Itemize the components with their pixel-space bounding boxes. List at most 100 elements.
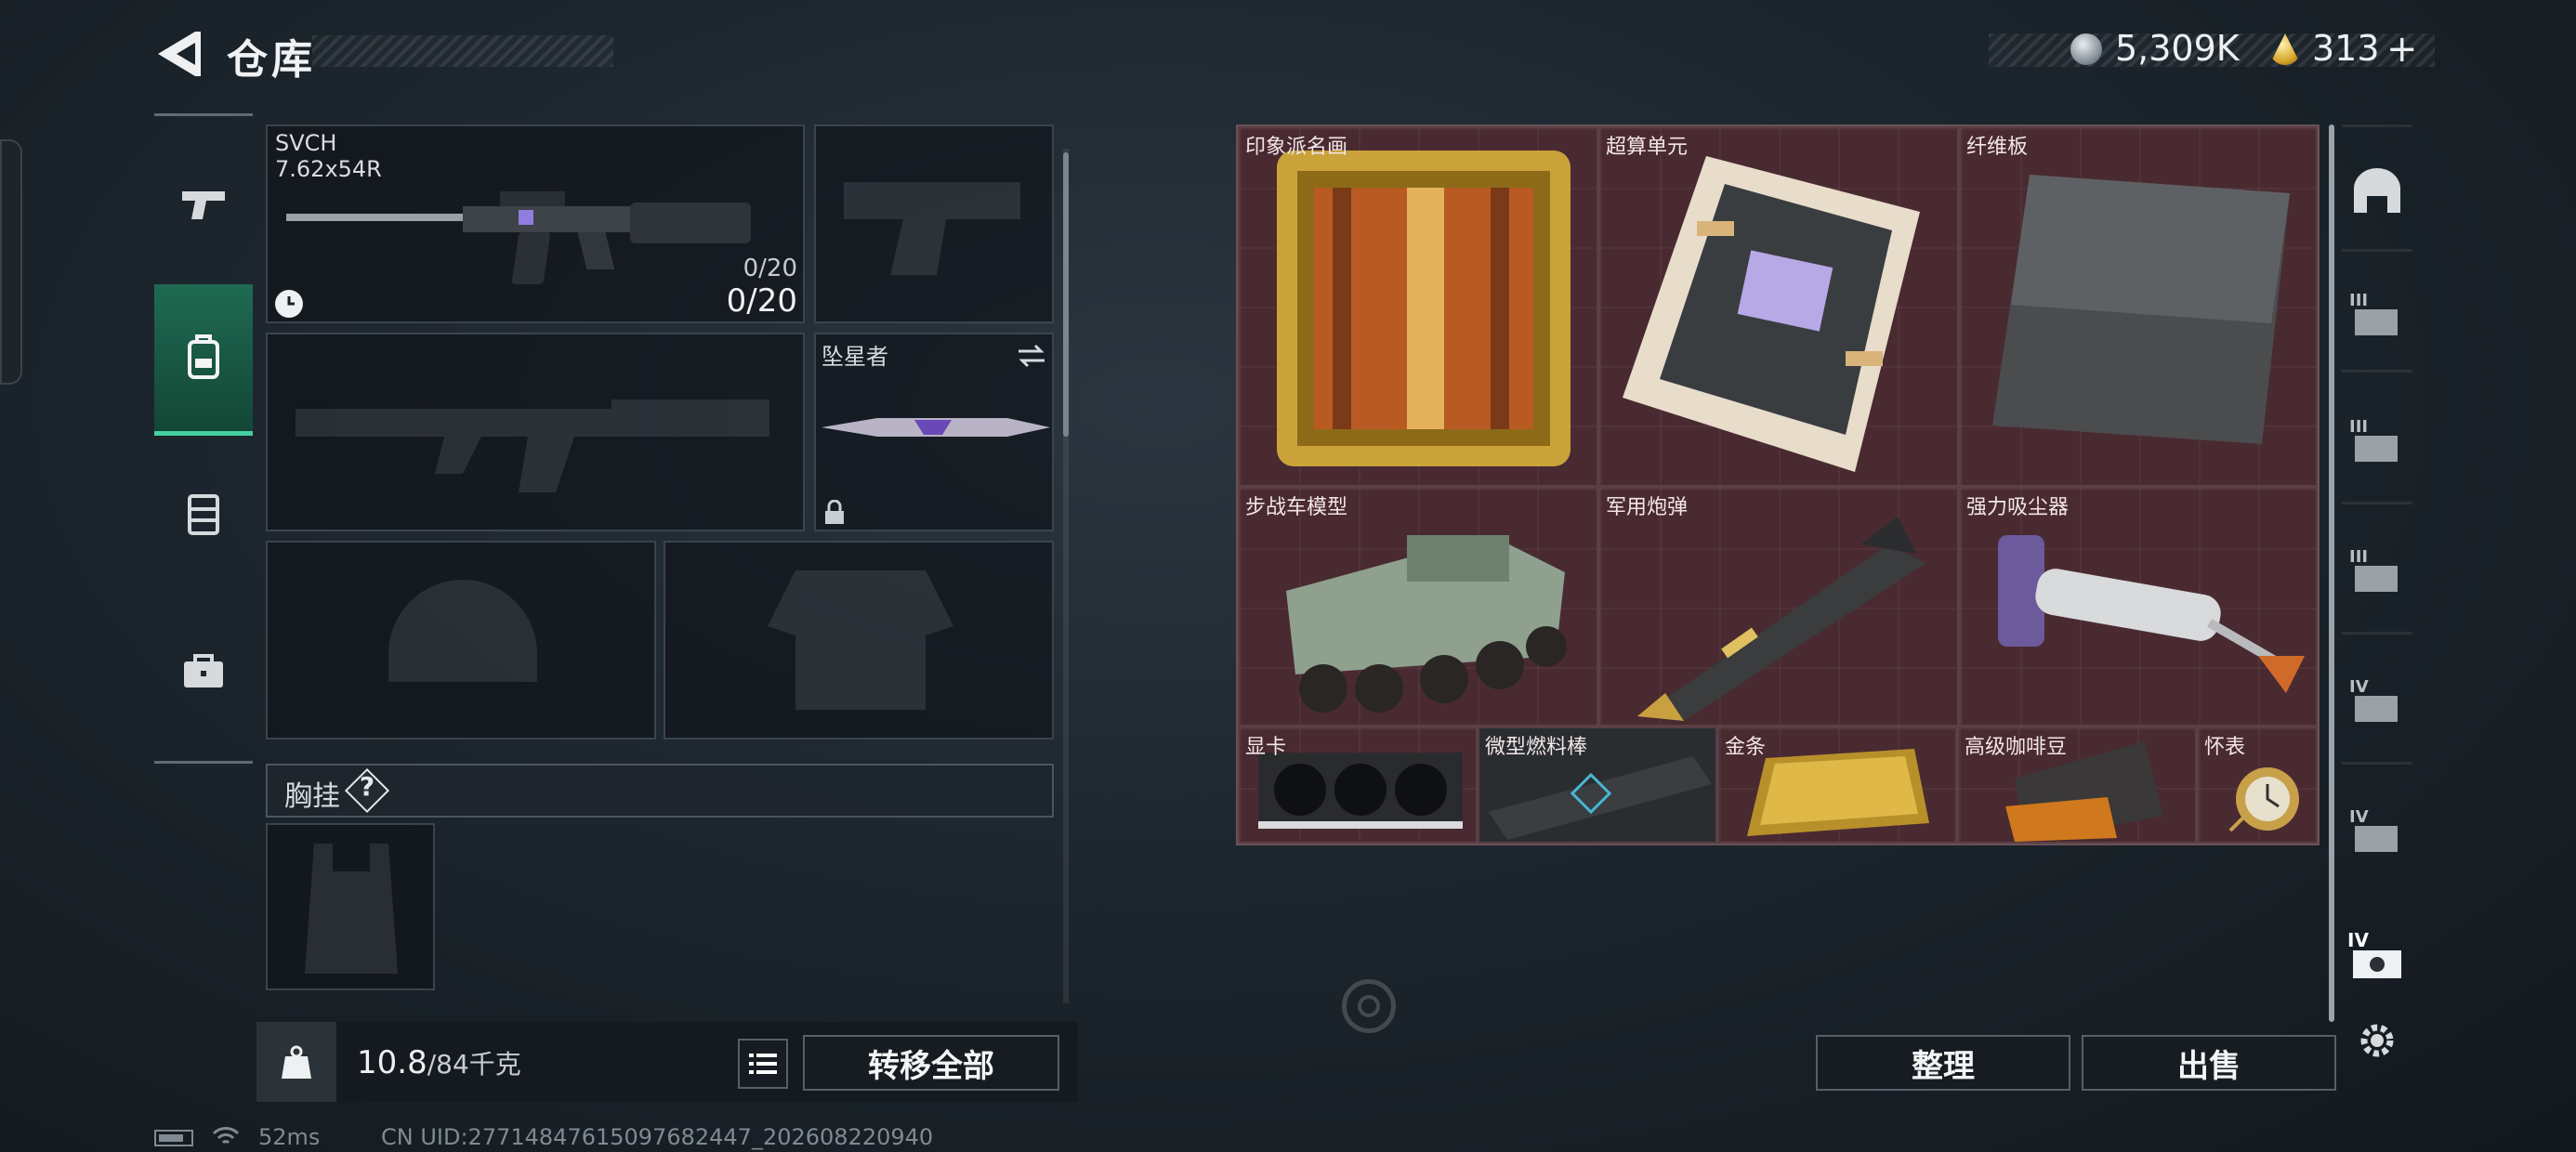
weight-kg-icon: [282, 1045, 311, 1079]
item-label: 步战车模型: [1245, 496, 1348, 519]
item-cell[interactable]: 超算单元: [1598, 126, 1959, 487]
item-label: 超算单元: [1606, 136, 1689, 159]
sell-button[interactable]: 出售: [2082, 1035, 2336, 1091]
item-cell[interactable]: 强力吸尘器: [1959, 487, 2318, 727]
secondary-weapon-slot[interactable]: [266, 333, 805, 531]
tab-separator: [2342, 632, 2412, 635]
vest-placeholder-icon: [305, 844, 398, 974]
settings-button[interactable]: [2342, 1000, 2412, 1081]
item-cell[interactable]: 步战车模型: [1238, 487, 1598, 727]
artillery-shell-icon: [1637, 517, 1925, 721]
item-cell[interactable]: 印象派名画: [1238, 126, 1598, 487]
ping-readout: 52ms: [258, 1124, 321, 1150]
svg-text:III: III: [2349, 547, 2368, 567]
ifv-model-icon: [1286, 535, 1567, 713]
ammo-count: 0/20: [726, 282, 797, 320]
item-cell[interactable]: 微型燃料棒: [1478, 727, 1717, 844]
svg-text:IV: IV: [2349, 807, 2369, 827]
item-label: 金条: [1725, 736, 1767, 759]
supercomputer-unit-icon: [1623, 156, 1920, 472]
item-label: 印象派名画: [1245, 136, 1348, 159]
silver-amount: 5,309K: [2115, 28, 2240, 69]
primary-weapon-slot[interactable]: SVCH 7.62x54R 0/20 0/20: [266, 124, 805, 323]
pistol-placeholder-icon: [844, 182, 1020, 275]
melee-name: 坠星者: [821, 344, 888, 370]
storage-box-icon: [188, 494, 219, 535]
helmet-slot[interactable]: [266, 541, 656, 740]
tab-vault-home[interactable]: [2342, 151, 2412, 232]
item-cell[interactable]: 显卡: [1238, 727, 1478, 844]
tier-iv-case-icon: IV: [2349, 677, 2398, 722]
painting-icon: [1277, 151, 1571, 466]
melee-slot[interactable]: 坠星者: [814, 333, 1054, 531]
rifle-placeholder-icon: [296, 399, 769, 492]
tab-tier-iii-case-1[interactable]: III: [2342, 273, 2412, 355]
fiberboard-icon: [1992, 175, 2290, 444]
tab-separator: [2342, 762, 2412, 765]
tier-iv-case-icon: IV: [2347, 929, 2401, 978]
tier-iii-case-icon: III: [2349, 547, 2398, 592]
tab-separator: [2342, 370, 2412, 373]
item-cell[interactable]: 军用炮弹: [1598, 487, 1959, 727]
tab-tier-iv-case-2[interactable]: IV: [2342, 790, 2412, 871]
tier-iv-case-icon: IV: [2349, 807, 2398, 852]
transfer-all-button[interactable]: 转移全部: [803, 1035, 1059, 1091]
item-cell[interactable]: 高级咖啡豆: [1957, 727, 2197, 844]
item-cell[interactable]: 怀表: [2197, 727, 2318, 844]
tab-storage[interactable]: [154, 465, 253, 563]
tab-toolbox[interactable]: [154, 622, 253, 721]
tier-iii-case-icon: III: [2349, 417, 2398, 462]
tab-loadout[interactable]: [154, 284, 253, 436]
svg-text:III: III: [2349, 291, 2368, 310]
loadout-scrollbar[interactable]: [1063, 152, 1069, 437]
sidearm-slot[interactable]: [814, 124, 1054, 323]
tab-tier-iii-case-2[interactable]: III: [2342, 399, 2412, 481]
svg-text:III: III: [2349, 417, 2368, 437]
pocket-watch-icon: [2228, 767, 2299, 832]
silver-coin-icon: [2070, 33, 2102, 65]
fuel-rod-icon: [1489, 756, 1712, 840]
armor-slot[interactable]: [664, 541, 1054, 740]
back-arrow-icon[interactable]: [154, 28, 201, 80]
add-gold-button[interactable]: +: [2386, 28, 2418, 71]
svg-text:IV: IV: [2349, 677, 2369, 697]
item-cell[interactable]: 金条: [1717, 727, 1957, 844]
weight-max: /84千克: [427, 1049, 521, 1080]
item-label: 显卡: [1245, 736, 1287, 759]
pistol-icon: [182, 191, 225, 219]
weapon-caliber: 7.62x54R: [275, 156, 382, 182]
weight-icon-box: [256, 1022, 336, 1102]
tab-tier-iv-case-active[interactable]: IV: [2342, 914, 2412, 996]
item-cell[interactable]: 纤维板: [1959, 126, 2318, 487]
weight-readout: 10.8/84千克: [357, 1044, 521, 1081]
gold-bar-icon: [1747, 749, 1929, 836]
title-decoration: [312, 35, 613, 67]
tab-weapons[interactable]: [154, 154, 253, 253]
container-scrollbar[interactable]: [2329, 124, 2334, 1022]
organize-button[interactable]: 整理: [1816, 1035, 2070, 1091]
lock-icon: [825, 500, 844, 524]
chest-rig-slot[interactable]: [266, 823, 435, 990]
backpack-icon: [188, 334, 219, 379]
chest-rig-label: 胸挂: [284, 780, 340, 813]
side-edge-handle: [0, 139, 22, 385]
swap-icon[interactable]: [1015, 342, 1048, 370]
tab-separator: [2342, 502, 2412, 504]
tab-tier-iii-case-3[interactable]: III: [2342, 530, 2412, 611]
item-label: 强力吸尘器: [1966, 496, 2070, 519]
knife-image: [821, 418, 1050, 437]
graphics-card-icon: [1258, 753, 1463, 829]
vacuum-cleaner-icon: [1998, 535, 2305, 693]
item-label: 微型燃料棒: [1485, 736, 1588, 759]
item-label: 纤维板: [1966, 136, 2029, 159]
list-view-button[interactable]: [738, 1039, 788, 1089]
tab-tier-iv-case-1[interactable]: IV: [2342, 660, 2412, 741]
uid-readout: CN UID:27714847615097682447_202608220940: [381, 1124, 934, 1150]
item-label: 高级咖啡豆: [1965, 736, 2068, 759]
svg-text:IV: IV: [2347, 929, 2369, 951]
item-label: 军用炮弹: [1606, 496, 1689, 519]
home-vault-icon: [2354, 168, 2400, 213]
battery-icon: [154, 1130, 193, 1146]
tier-iii-case-icon: III: [2349, 291, 2398, 335]
center-joystick-icon: [1342, 979, 1396, 1033]
